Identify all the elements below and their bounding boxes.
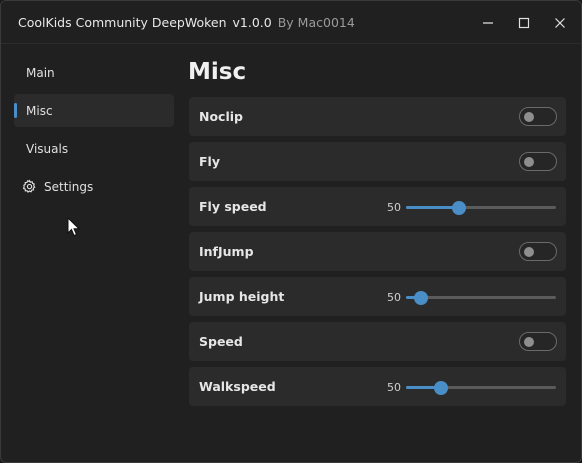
sidebar-item-label: Main [26, 66, 55, 80]
slider-value: 50 [387, 201, 401, 214]
setting-label: Walkspeed [199, 379, 276, 394]
sidebar: Main Misc Visuals Settings [1, 45, 181, 462]
setting-label: Speed [199, 334, 243, 349]
setting-row-jump-height: Jump height 50 [189, 277, 566, 316]
infjump-toggle[interactable] [519, 242, 557, 261]
jump-height-slider[interactable] [406, 290, 556, 305]
fly-speed-slider[interactable] [406, 200, 556, 215]
page-title: Misc [188, 59, 247, 85]
app-version: v1.0.0 [232, 15, 272, 30]
setting-row-walkspeed: Walkspeed 50 [189, 367, 566, 406]
toggle-knob [524, 111, 534, 122]
close-icon [555, 17, 565, 28]
slider-thumb[interactable] [433, 380, 448, 395]
maximize-icon [518, 17, 530, 28]
walkspeed-slider[interactable] [406, 380, 556, 395]
speed-toggle[interactable] [519, 332, 557, 351]
gear-icon [22, 179, 36, 193]
toggle-knob [524, 336, 534, 347]
setting-row-noclip: Noclip [189, 97, 566, 136]
sidebar-item-main[interactable]: Main [14, 56, 174, 89]
setting-label: Jump height [199, 289, 285, 304]
slider-value: 50 [387, 381, 401, 394]
toggle-knob [524, 246, 534, 257]
close-button[interactable] [543, 1, 577, 44]
setting-row-infjump: InfJump [189, 232, 566, 271]
title-bar[interactable]: CoolKids Community DeepWoken v1.0.0 By Mac… [1, 1, 581, 44]
minimize-icon [483, 21, 493, 24]
setting-row-fly: Fly [189, 142, 566, 181]
slider-thumb[interactable] [451, 200, 466, 215]
minimize-button[interactable] [471, 1, 505, 44]
setting-label: Fly [199, 154, 220, 169]
mouse-cursor-icon [67, 217, 81, 237]
sidebar-item-label: Visuals [26, 142, 69, 156]
slider-thumb[interactable] [414, 290, 428, 305]
setting-row-speed: Speed [189, 322, 566, 361]
app-window: CoolKids Community DeepWoken v1.0.0 By Mac… [0, 0, 582, 463]
sidebar-item-misc[interactable]: Misc [14, 94, 174, 127]
setting-label: Fly speed [199, 199, 267, 214]
setting-label: InfJump [199, 244, 254, 259]
app-name: CoolKids Community DeepWoken [18, 15, 227, 30]
setting-row-fly-speed: Fly speed 50 [189, 187, 566, 226]
maximize-button[interactable] [507, 1, 541, 44]
slider-fill [406, 206, 459, 209]
noclip-toggle[interactable] [519, 107, 557, 126]
setting-label: Noclip [199, 109, 243, 124]
sidebar-item-settings[interactable]: Settings [14, 170, 174, 203]
toggle-knob [524, 156, 534, 167]
fly-toggle[interactable] [519, 152, 557, 171]
slider-value: 50 [387, 291, 401, 304]
sidebar-item-visuals[interactable]: Visuals [14, 132, 174, 165]
sidebar-item-label: Settings [44, 180, 94, 194]
sidebar-item-label: Misc [26, 104, 53, 118]
window-title: CoolKids Community DeepWoken v1.0.0 By Mac… [18, 15, 355, 30]
app-author: By Mac0014 [277, 15, 355, 30]
